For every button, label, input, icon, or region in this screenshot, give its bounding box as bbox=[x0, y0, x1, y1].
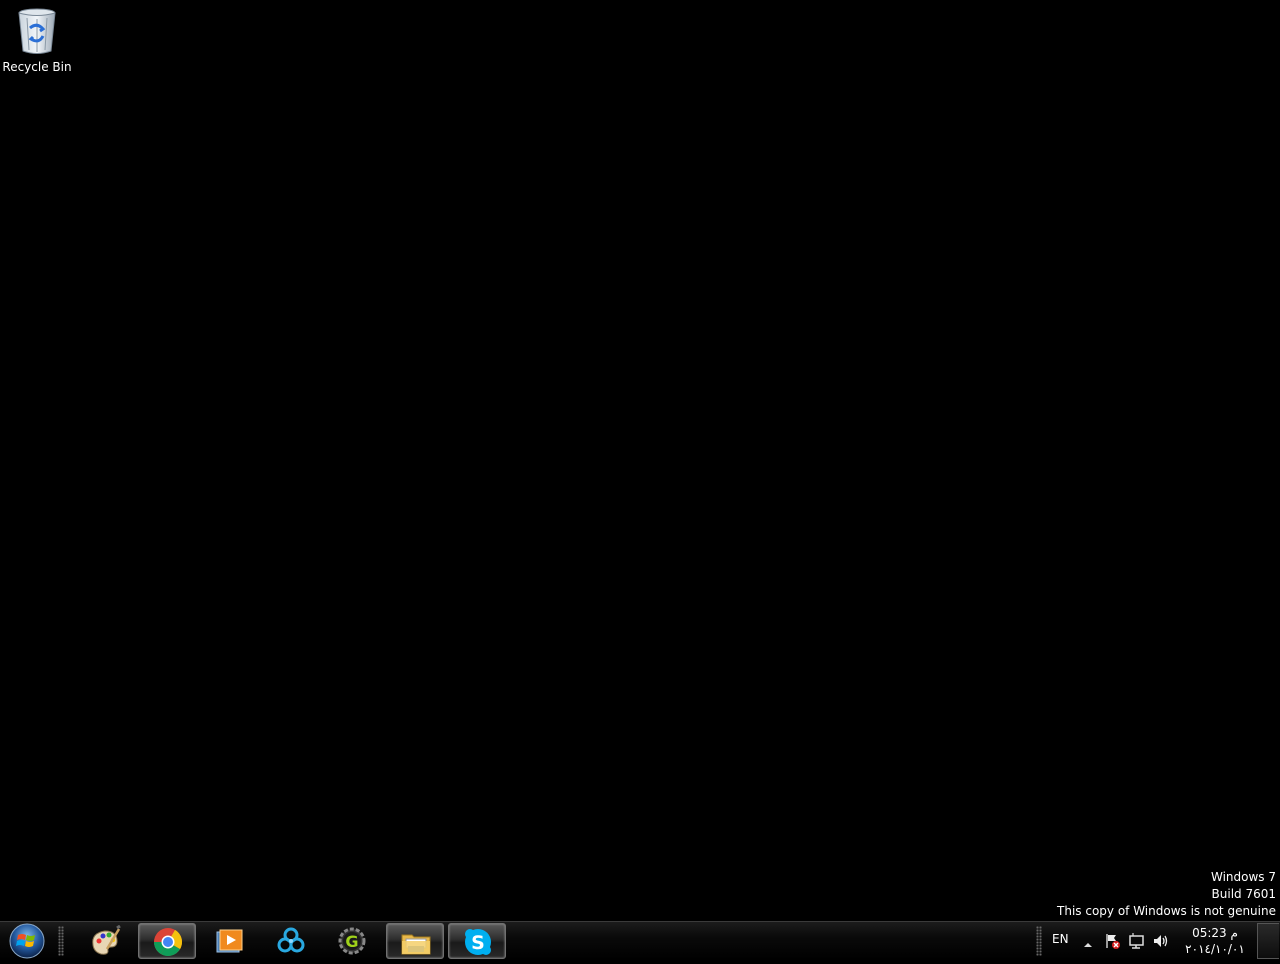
taskbar-chrome-button[interactable] bbox=[138, 923, 196, 959]
network-icon bbox=[1129, 933, 1144, 949]
desktop-icon-recycle-bin[interactable]: Recycle Bin bbox=[2, 4, 72, 74]
clock-time: 05:23 م bbox=[1192, 926, 1238, 940]
start-button[interactable] bbox=[4, 922, 50, 960]
show-hidden-icons-button[interactable] bbox=[1083, 935, 1093, 954]
skype-icon: S bbox=[465, 929, 491, 955]
chrome-icon bbox=[154, 928, 182, 956]
taskbar-explorer-button[interactable] bbox=[386, 923, 444, 959]
taskbar-g-app-button[interactable]: G bbox=[323, 923, 381, 959]
watermark-build: Build 7601 bbox=[1211, 887, 1276, 901]
chevron-up-icon bbox=[1084, 943, 1092, 947]
recycle-bin-icon bbox=[18, 8, 56, 54]
taskbar-network-app-button[interactable] bbox=[262, 923, 320, 959]
desktop-icon-label: Recycle Bin bbox=[2, 60, 72, 74]
taskbar-paint-button[interactable] bbox=[76, 923, 134, 959]
media-player-icon bbox=[216, 929, 243, 953]
speaker-icon bbox=[1154, 935, 1168, 947]
taskbar-media-player-button[interactable] bbox=[200, 923, 258, 959]
volume-button[interactable] bbox=[1152, 932, 1170, 954]
svg-text:G: G bbox=[345, 932, 358, 951]
paint-palette-icon bbox=[92, 925, 121, 955]
taskbar-grip[interactable] bbox=[58, 926, 64, 956]
svg-text:S: S bbox=[471, 932, 485, 954]
action-center-flag-icon bbox=[1106, 934, 1120, 949]
language-indicator[interactable]: EN bbox=[1052, 932, 1069, 946]
show-desktop-button[interactable] bbox=[1257, 923, 1279, 959]
network-status-button[interactable] bbox=[1128, 932, 1146, 954]
watermark-genuine-notice: This copy of Windows is not genuine bbox=[1057, 904, 1276, 918]
action-center-button[interactable] bbox=[1104, 932, 1122, 954]
desktop[interactable]: Recycle Bin Windows 7 Build 7601 This co… bbox=[0, 0, 1280, 921]
taskbar-clock[interactable]: 05:23 م ٢٠١٤/١٠/٠١ bbox=[1180, 925, 1250, 957]
network-hub-icon bbox=[277, 927, 305, 953]
clock-date: ٢٠١٤/١٠/٠١ bbox=[1185, 942, 1245, 956]
gear-g-icon: G bbox=[338, 927, 366, 955]
file-explorer-icon bbox=[401, 934, 431, 955]
activation-watermark: Windows 7 Build 7601 This copy of Window… bbox=[1057, 869, 1276, 920]
taskbar-skype-button[interactable]: S bbox=[448, 923, 506, 959]
windows-logo-icon bbox=[9, 923, 45, 959]
taskbar: G S EN 05:23 م ٢٠١٤/١٠/٠١ bbox=[0, 921, 1280, 960]
tray-grip[interactable] bbox=[1036, 926, 1042, 956]
watermark-os-name: Windows 7 bbox=[1210, 870, 1276, 884]
